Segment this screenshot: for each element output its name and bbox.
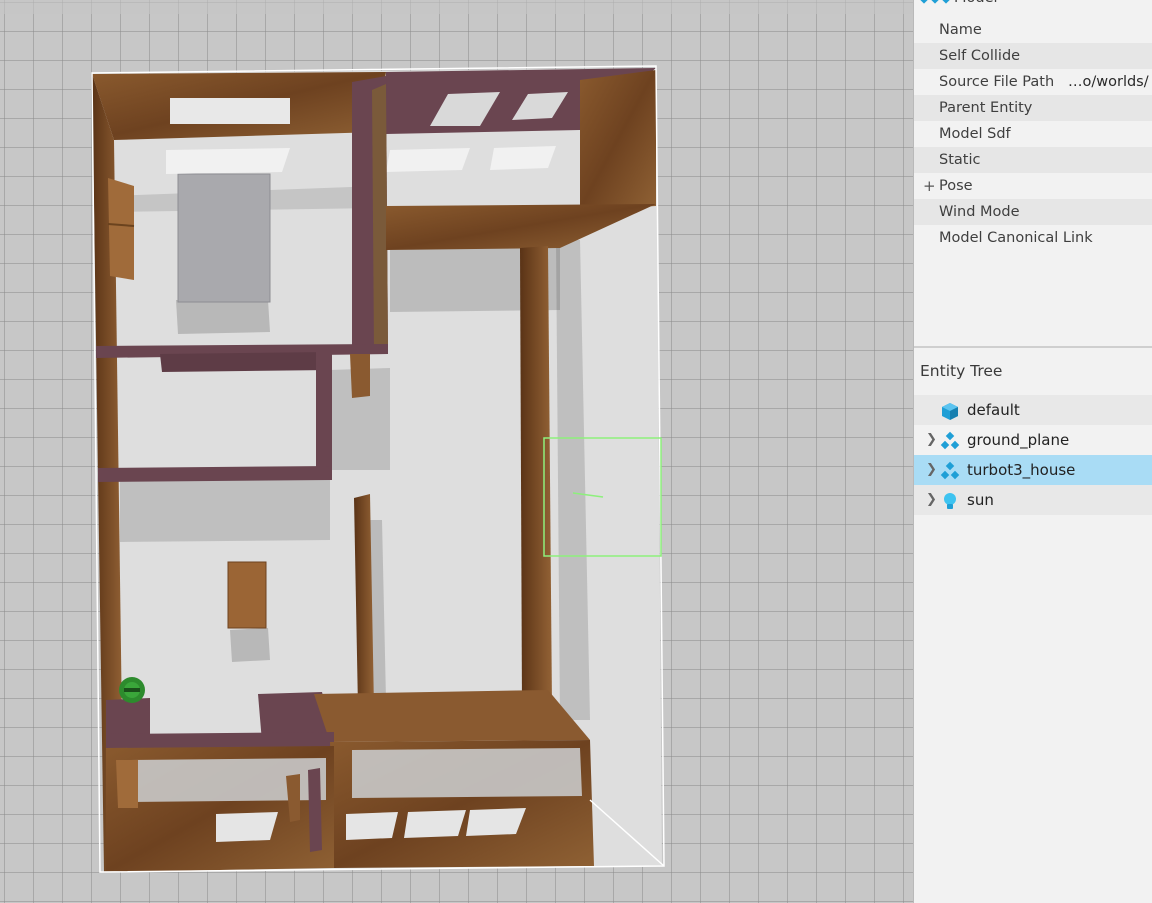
property-row-source-file-path: Source File Path …o/worlds/ [914, 69, 1152, 95]
expand-plus-icon[interactable]: + [923, 173, 936, 199]
right-sidebar: Model Name Self Collide Source File Path… [913, 0, 1152, 903]
scene-render[interactable] [0, 0, 913, 903]
property-label: Name [939, 22, 982, 38]
scene-viewport[interactable] [0, 0, 913, 903]
model-icon [940, 461, 960, 480]
inspector-header-label: Model [954, 0, 998, 8]
tree-item-label: ground_plane [967, 431, 1070, 449]
property-label: Model Sdf [939, 126, 1011, 142]
panel-splitter[interactable] [914, 346, 1152, 348]
entity-tree-title: Entity Tree [920, 362, 1003, 380]
robot-model[interactable] [119, 677, 145, 703]
property-row-static: Static [914, 147, 1152, 173]
house-model[interactable] [92, 68, 662, 872]
model-icon [918, 0, 952, 4]
property-label: Wind Mode [939, 204, 1020, 220]
property-row-name: Name [914, 17, 1152, 43]
property-value: …o/worlds/ [1068, 74, 1149, 90]
chevron-right-icon[interactable]: ❯ [926, 455, 937, 485]
model-icon [940, 431, 960, 450]
tree-item-turbot3-house[interactable]: ❯ turbot3_house [914, 455, 1152, 485]
property-label: Static [939, 152, 981, 168]
world-cube-icon [942, 403, 958, 420]
property-label: Model Canonical Link [939, 230, 1093, 246]
tree-item-label: sun [967, 491, 994, 509]
tree-item-ground-plane[interactable]: ❯ ground_plane [914, 425, 1152, 455]
property-row-model-canonical-link: Model Canonical Link [914, 225, 1152, 251]
tree-item-sun[interactable]: ❯ sun [914, 485, 1152, 515]
property-label: Pose [939, 178, 973, 194]
property-row-parent-entity: Parent Entity [914, 95, 1152, 121]
property-row-model-sdf: Model Sdf [914, 121, 1152, 147]
inspector-header: Model [914, 0, 1152, 10]
tree-item-label: turbot3_house [967, 461, 1076, 479]
property-label: Self Collide [939, 48, 1021, 64]
tree-item-label: default [967, 401, 1020, 419]
property-row-wind-mode: Wind Mode [914, 199, 1152, 225]
property-label: Source File Path [939, 74, 1055, 90]
chevron-right-icon[interactable]: ❯ [926, 485, 937, 515]
property-row-pose[interactable]: + Pose [914, 173, 1152, 199]
tree-item-default[interactable]: default [914, 395, 1152, 425]
light-bulb-icon [944, 493, 956, 509]
property-row-self-collide: Self Collide [914, 43, 1152, 69]
property-label: Parent Entity [939, 100, 1033, 116]
chevron-right-icon[interactable]: ❯ [926, 425, 937, 455]
